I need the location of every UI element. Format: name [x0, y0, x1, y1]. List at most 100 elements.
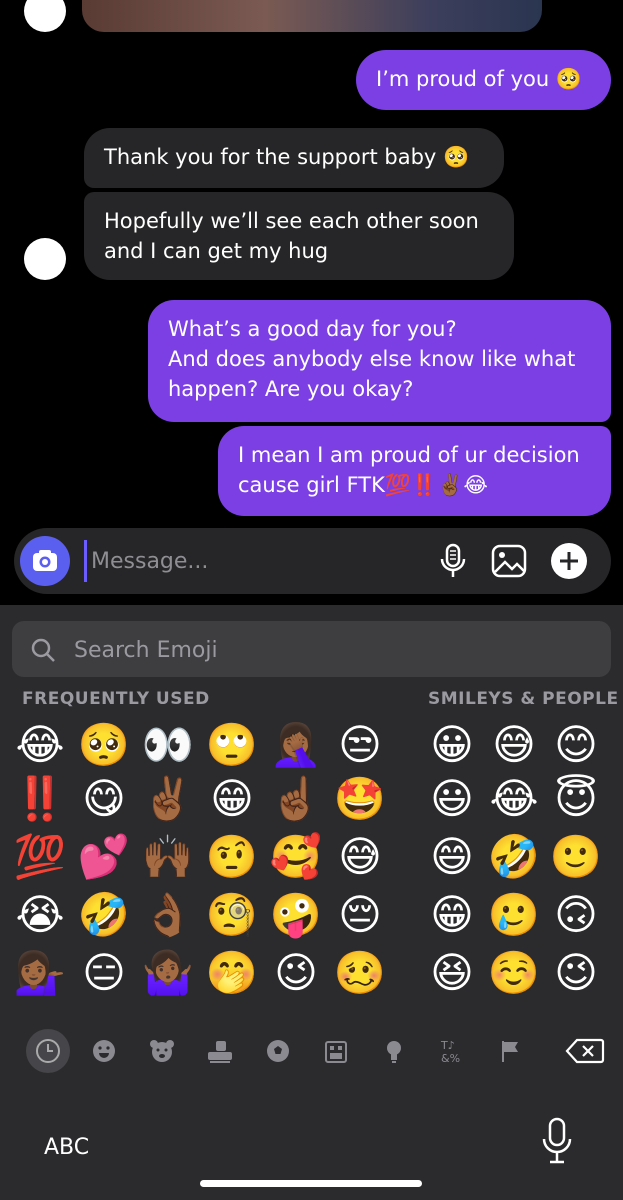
camera-button[interactable]: [20, 536, 70, 586]
emoji-key[interactable]: 😊: [546, 715, 606, 775]
message-bubble-outgoing[interactable]: I’m proud of you 🥺: [356, 50, 611, 110]
gallery-icon[interactable]: [490, 542, 528, 580]
emoji-key[interactable]: 💁🏾‍♀️: [10, 943, 70, 1003]
emoji-key[interactable]: ☝🏾: [266, 769, 326, 829]
message-text: What’s a good day for you?: [168, 317, 457, 341]
emoji-key[interactable]: 😋: [74, 769, 134, 829]
emoji-category-tab[interactable]: [140, 1029, 184, 1073]
section-label-frequently-used: FREQUENTLY USED: [22, 689, 210, 709]
emoji-category-tab[interactable]: [372, 1029, 416, 1073]
emoji-key[interactable]: 🤦🏾‍♀️: [266, 715, 326, 775]
camera-icon: [33, 550, 57, 571]
emoji-key[interactable]: 🙌🏾: [138, 827, 198, 887]
emoji-key[interactable]: 😒: [330, 715, 390, 775]
emoji-key[interactable]: 😔: [330, 885, 390, 945]
emoji-key[interactable]: 🥲: [484, 885, 544, 945]
building-icon: [325, 1041, 347, 1063]
message-composer: [14, 528, 611, 594]
emoji-key[interactable]: 😅: [330, 827, 390, 887]
emoji-key[interactable]: 🤪: [266, 885, 326, 945]
emoji-category-tab[interactable]: [198, 1029, 242, 1073]
message-text: Thank you for the support baby 🥺: [104, 145, 470, 169]
emoji-key[interactable]: 😉: [546, 943, 606, 1003]
avatar[interactable]: [24, 238, 66, 280]
emoji-category-tab[interactable]: T♪ &%: [430, 1029, 474, 1073]
emoji-category-tab[interactable]: [314, 1029, 358, 1073]
backspace-icon: [565, 1038, 605, 1064]
message-text: I’m proud of you 🥺: [376, 67, 582, 91]
emoji-grid: 😂 🥺 👀 🙄 🤦🏾‍♀️ 😒 ‼️ 😋 ✌🏾 😁 ☝🏾 🤩 💯 💕 🙌🏾 🤨 🥰 😅 😭 🤣 👌🏾 🧐 🤪 😔 💁🏾‍♀️ 😑 🤷…: [10, 715, 623, 1015]
emoji-search-bar[interactable]: [12, 621, 611, 677]
shared-image[interactable]: [82, 0, 542, 32]
emoji-key[interactable]: 😆: [422, 943, 482, 1003]
emoji-key[interactable]: ☺️: [484, 943, 544, 1003]
flag-icon: [502, 1041, 518, 1062]
message-bubble-incoming[interactable]: Thank you for the support baby 🥺: [84, 128, 504, 188]
emoji-key[interactable]: 👌🏾: [138, 885, 198, 945]
emoji-key[interactable]: 🤨: [202, 827, 262, 887]
message-text: happen? Are you okay?: [168, 377, 414, 401]
emoji-key[interactable]: 🥰: [266, 827, 326, 887]
ball-icon: [267, 1040, 289, 1062]
emoji-key[interactable]: 🤩: [330, 769, 390, 829]
emoji-key[interactable]: 🙂: [546, 827, 606, 887]
emoji-category-tab[interactable]: [82, 1029, 126, 1073]
emoji-key[interactable]: 😀: [422, 715, 482, 775]
emoji-key[interactable]: 🙃: [546, 885, 606, 945]
message-text: and I can get my hug: [104, 239, 329, 263]
emoji-key[interactable]: 😂: [10, 715, 70, 775]
microphone-icon[interactable]: [434, 542, 472, 580]
emoji-key[interactable]: 🙄: [202, 715, 262, 775]
emoji-category-tab[interactable]: [488, 1029, 532, 1073]
food-icon: [208, 1041, 232, 1063]
message-text: Hopefully we’ll see each other soon: [104, 209, 479, 233]
lightbulb-icon: [387, 1041, 401, 1063]
emoji-key[interactable]: 🤣: [74, 885, 134, 945]
emoji-key[interactable]: 😭: [10, 885, 70, 945]
emoji-key[interactable]: 💕: [74, 827, 134, 887]
emoji-key[interactable]: 😄: [422, 827, 482, 887]
section-label-smileys: SMILEYS & PEOPLE: [428, 689, 619, 709]
emoji-category-tab[interactable]: [26, 1029, 70, 1073]
delete-key[interactable]: [560, 1029, 610, 1073]
home-indicator[interactable]: [200, 1180, 422, 1187]
search-icon: [31, 638, 55, 662]
emoji-keyboard: FREQUENTLY USED SMILEYS & PEOPLE 😂🥺👀🙄🤦🏾‍…: [0, 605, 623, 1200]
emoji-key[interactable]: 🤣: [484, 827, 544, 887]
emoji-key[interactable]: 😁: [422, 885, 482, 945]
emoji-key[interactable]: 😉: [266, 943, 326, 1003]
plus-icon[interactable]: [550, 542, 588, 580]
bear-icon: [150, 1040, 174, 1062]
emoji-key[interactable]: 😑: [74, 943, 134, 1003]
abc-key[interactable]: ABC: [44, 1135, 89, 1160]
dictation-microphone-icon[interactable]: [540, 1117, 574, 1167]
emoji-key[interactable]: 😃: [422, 769, 482, 829]
svg-text:T♪: T♪: [440, 1039, 455, 1052]
message-bubble-outgoing[interactable]: What’s a good day for you? And does anyb…: [148, 300, 611, 422]
emoji-category-bar: T♪ &%: [0, 1025, 623, 1075]
emoji-category-tab[interactable]: [256, 1029, 300, 1073]
emoji-key[interactable]: 🤭: [202, 943, 262, 1003]
emoji-key[interactable]: 😂: [484, 769, 544, 829]
message-bubble-incoming[interactable]: Hopefully we’ll see each other soon and …: [84, 192, 514, 280]
emoji-key[interactable]: 🤷🏾‍♀️: [138, 943, 198, 1003]
message-bubble-outgoing[interactable]: I mean I am proud of ur decision cause g…: [218, 426, 611, 516]
chat-thread: I’m proud of you 🥺 Thank you for the sup…: [0, 0, 623, 605]
symbols-icon: T♪&%: [440, 1039, 460, 1065]
emoji-key[interactable]: 😇: [546, 769, 606, 829]
recent-clock-icon: [36, 1039, 60, 1063]
emoji-key[interactable]: 🥺: [74, 715, 134, 775]
message-input[interactable]: [84, 540, 421, 582]
message-text: And does anybody else know like what: [168, 347, 576, 371]
emoji-key[interactable]: 😁: [202, 769, 262, 829]
emoji-key[interactable]: 💯: [10, 827, 70, 887]
emoji-search-input[interactable]: [72, 631, 576, 669]
message-text: I mean I am proud of ur decision: [238, 443, 580, 467]
emoji-key[interactable]: 🥴: [330, 943, 390, 1003]
emoji-key[interactable]: ✌🏾: [138, 769, 198, 829]
emoji-key[interactable]: 🧐: [202, 885, 262, 945]
emoji-key[interactable]: 👀: [138, 715, 198, 775]
emoji-key[interactable]: 😅: [484, 715, 544, 775]
avatar[interactable]: [24, 0, 66, 32]
emoji-key[interactable]: ‼️: [10, 769, 70, 829]
